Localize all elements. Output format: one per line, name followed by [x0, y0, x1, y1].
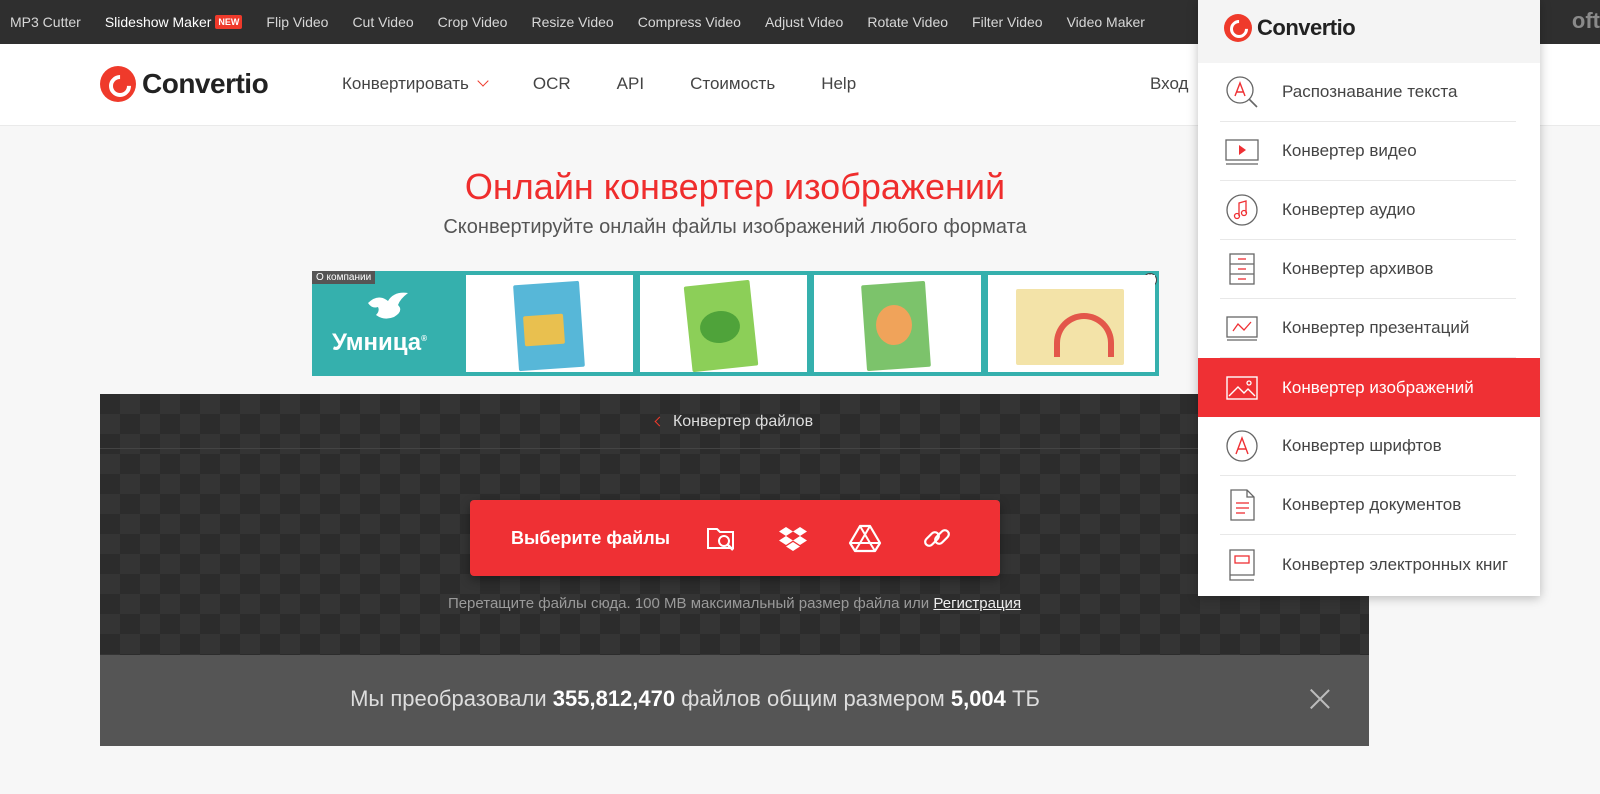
- menu-logo-text: Convertio: [1257, 15, 1356, 40]
- ad-product-card[interactable]: [466, 275, 633, 372]
- toplink-crop-video[interactable]: Crop Video: [438, 14, 508, 30]
- menu-item-ocr[interactable]: Распознавание текста: [1220, 63, 1516, 122]
- bird-logo-icon: [368, 292, 408, 319]
- stats-total-size: 5,004: [950, 686, 1006, 711]
- ad-product-card[interactable]: [814, 275, 981, 372]
- new-badge: NEW: [215, 15, 243, 29]
- dropbox-icon[interactable]: [776, 521, 810, 555]
- toplink-adjust-video[interactable]: Adjust Video: [765, 14, 843, 30]
- toplink-resize-video[interactable]: Resize Video: [531, 14, 613, 30]
- link-icon[interactable]: [920, 521, 954, 555]
- video-icon: [1225, 139, 1259, 165]
- breadcrumb[interactable]: Конвертер файлов: [100, 394, 1369, 449]
- close-icon[interactable]: [1309, 688, 1331, 710]
- menu-item-label: Конвертер документов: [1282, 495, 1462, 514]
- chevron-left-icon: [654, 416, 665, 427]
- menu-item-label: Конвертер архивов: [1282, 259, 1434, 278]
- chevron-down-icon: [477, 75, 489, 87]
- nav-convert[interactable]: Конвертировать: [342, 74, 489, 94]
- stats-middle: файлов общим размером: [681, 686, 945, 711]
- toplink-label: Slideshow Maker: [104, 14, 212, 30]
- menu-item-audio[interactable]: Конвертер аудио: [1220, 181, 1516, 240]
- upload-bar: Выберите файлы: [470, 500, 1000, 576]
- menu-item-ebook[interactable]: Конвертер электронных книг: [1220, 535, 1516, 594]
- nav-pricing[interactable]: Стоимость: [690, 74, 775, 94]
- convertio-logo-icon: [100, 66, 136, 102]
- audio-icon: [1226, 194, 1258, 226]
- ad-product-card[interactable]: [988, 275, 1155, 372]
- main-nav: Конвертировать OCR API Стоимость Help: [342, 74, 902, 94]
- menu-item-label: Конвертер видео: [1282, 141, 1417, 160]
- stats-prefix: Мы преобразовали: [350, 686, 547, 711]
- menu-item-image[interactable]: Конвертер изображений: [1198, 358, 1540, 417]
- convert-dropdown-menu: Convertio Распознавание текста Конвертер…: [1198, 0, 1540, 596]
- site-logo[interactable]: Convertio: [100, 66, 269, 102]
- stats-files-count: 355,812,470: [552, 686, 676, 711]
- toplink-cut-video[interactable]: Cut Video: [352, 14, 413, 30]
- menu-item-label: Конвертер презентаций: [1282, 318, 1470, 337]
- menu-item-label: Конвертер изображений: [1282, 377, 1474, 397]
- menu-item-label: Конвертер электронных книг: [1282, 554, 1509, 574]
- login-link[interactable]: Вход: [1150, 74, 1188, 94]
- ad-tag[interactable]: О компании: [312, 271, 376, 284]
- folder-search-icon[interactable]: [704, 521, 738, 555]
- toplink-compress-video[interactable]: Compress Video: [638, 14, 741, 30]
- logo-text: Convertio: [142, 68, 269, 99]
- menu-item-video[interactable]: Конвертер видео: [1220, 122, 1516, 181]
- google-drive-icon[interactable]: [848, 521, 882, 555]
- choose-files-button[interactable]: Выберите файлы: [511, 528, 670, 549]
- menu-item-label: Конвертер шрифтов: [1282, 436, 1442, 455]
- menu-item-font[interactable]: Конвертер шрифтов: [1220, 417, 1516, 476]
- ad-banner[interactable]: О компании i Умница®: [312, 271, 1159, 376]
- nav-help[interactable]: Help: [821, 74, 856, 94]
- register-link[interactable]: Регистрация: [933, 595, 1021, 612]
- nav-ocr[interactable]: OCR: [533, 74, 571, 94]
- converter-panel: Конвертер файлов Выберите файлы Перетащи…: [100, 394, 1369, 655]
- upload-hint: Перетащите файлы сюда. 100 MB максимальн…: [100, 595, 1369, 612]
- archive-icon: [1229, 253, 1255, 285]
- ocr-icon: [1226, 76, 1258, 108]
- stats-text: Мы преобразовали 355,812,470 файлов общи…: [100, 686, 1290, 712]
- image-icon: [1226, 375, 1258, 400]
- ad-product-card[interactable]: [640, 275, 807, 373]
- partner-brand-text[interactable]: oft: [1572, 8, 1600, 34]
- menu-item-document[interactable]: Конвертер документов: [1220, 476, 1516, 535]
- convertio-logo-icon: [1224, 14, 1252, 42]
- presentation-icon: [1226, 316, 1258, 341]
- toplink-mp3-cutter[interactable]: MP3 Cutter: [10, 14, 81, 30]
- ad-brand-label: Умница: [332, 329, 422, 356]
- toplink-video-maker[interactable]: Video Maker: [1067, 14, 1145, 30]
- menu-header: Convertio: [1198, 0, 1540, 63]
- nav-api[interactable]: API: [617, 74, 644, 94]
- font-icon: [1226, 430, 1258, 462]
- menu-item-label: Распознавание текста: [1282, 82, 1458, 101]
- toplink-rotate-video[interactable]: Rotate Video: [867, 14, 948, 30]
- menu-item-archive[interactable]: Конвертер архивов: [1220, 240, 1516, 299]
- stats-bar: Мы преобразовали 355,812,470 файлов общи…: [100, 655, 1369, 746]
- document-icon: [1230, 489, 1255, 521]
- hint-text: Перетащите файлы сюда. 100 MB максимальн…: [447, 595, 930, 612]
- product-image-detail: [876, 305, 912, 345]
- product-image-detail: [523, 313, 565, 347]
- nav-convert-label: Конвертировать: [342, 74, 469, 93]
- stats-unit: ТБ: [1012, 686, 1040, 711]
- menu-item-presentation[interactable]: Конвертер презентаций: [1220, 299, 1516, 358]
- menu-logo[interactable]: Convertio: [1224, 14, 1356, 42]
- ebook-icon: [1229, 548, 1255, 581]
- ad-brand: Умница®: [332, 329, 428, 356]
- toplink-filter-video[interactable]: Filter Video: [972, 14, 1043, 30]
- toplink-slideshow-maker[interactable]: Slideshow Maker NEW: [105, 14, 243, 30]
- breadcrumb-label: Конвертер файлов: [672, 413, 814, 430]
- toplink-flip-video[interactable]: Flip Video: [266, 14, 328, 30]
- menu-item-label: Конвертер аудио: [1282, 200, 1416, 219]
